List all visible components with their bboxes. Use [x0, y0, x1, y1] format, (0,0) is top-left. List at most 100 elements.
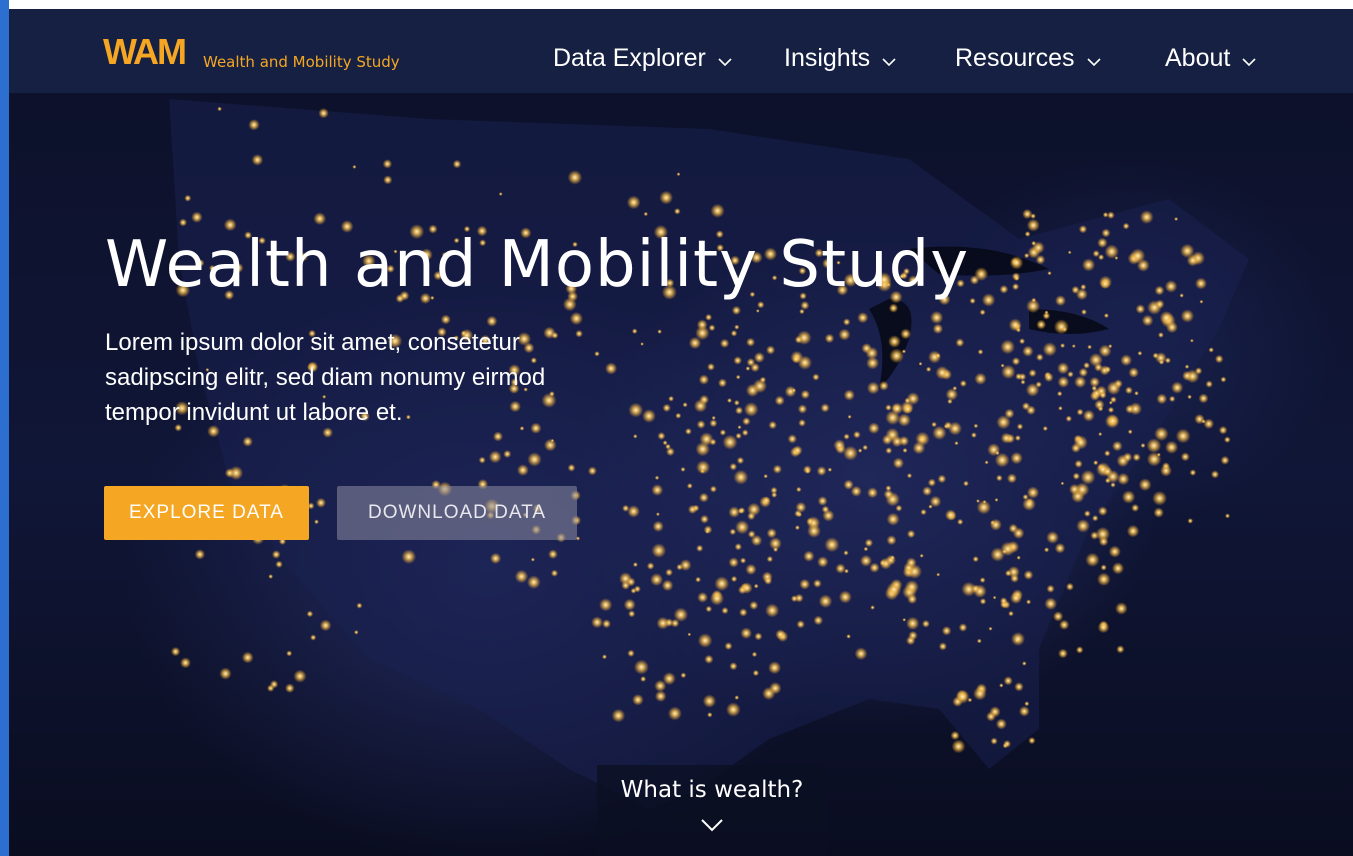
- city-light: [733, 399, 740, 406]
- city-light: [1000, 432, 1012, 444]
- city-light: [654, 475, 660, 480]
- city-light: [974, 372, 987, 385]
- city-light: [1156, 393, 1168, 405]
- city-light: [700, 514, 709, 524]
- city-light: [633, 585, 641, 593]
- city-light: [733, 356, 742, 365]
- city-light: [821, 505, 830, 514]
- nav-item-resources[interactable]: Resources: [955, 44, 1101, 74]
- chevron-down-icon: [701, 819, 723, 837]
- city-light: [1205, 380, 1213, 388]
- city-light: [1036, 319, 1047, 330]
- city-light: [843, 389, 855, 401]
- city-light: [1097, 621, 1110, 634]
- city-light: [1081, 309, 1087, 315]
- city-light: [979, 598, 987, 605]
- city-light: [488, 450, 502, 464]
- city-light: [1009, 256, 1024, 270]
- city-light: [996, 415, 1011, 430]
- city-light: [1135, 304, 1146, 314]
- download-data-button[interactable]: DOWNLOAD DATA: [337, 486, 577, 540]
- city-light: [774, 395, 785, 406]
- city-light: [661, 579, 674, 592]
- nav-item-data-explorer[interactable]: Data Explorer: [553, 44, 732, 74]
- city-light: [972, 556, 979, 563]
- city-light: [882, 434, 893, 446]
- city-light: [1154, 426, 1169, 442]
- city-light: [727, 398, 732, 403]
- city-light: [741, 429, 749, 437]
- city-light: [707, 363, 715, 371]
- logo-tagline[interactable]: Wealth and Mobility Study: [203, 53, 400, 71]
- city-light: [697, 592, 708, 603]
- city-light: [824, 333, 835, 344]
- city-light: [314, 519, 319, 525]
- city-light: [1208, 347, 1214, 353]
- city-light: [1220, 455, 1230, 465]
- city-light: [1112, 440, 1123, 452]
- city-light: [1103, 313, 1109, 319]
- city-light: [657, 432, 666, 440]
- city-light: [1180, 309, 1195, 323]
- city-light: [906, 529, 916, 539]
- city-light: [857, 448, 863, 453]
- explore-data-button[interactable]: EXPLORE DATA: [104, 486, 309, 540]
- city-light: [954, 441, 959, 446]
- city-light: [611, 708, 626, 723]
- city-light: [696, 460, 711, 475]
- city-light: [1060, 343, 1066, 349]
- city-light: [1195, 277, 1207, 290]
- city-light: [862, 444, 868, 451]
- city-light: [843, 550, 849, 556]
- city-light: [883, 489, 894, 500]
- city-light: [932, 323, 944, 334]
- city-light: [989, 706, 1001, 718]
- city-light: [1128, 367, 1139, 378]
- city-light: [650, 573, 664, 587]
- city-light: [995, 450, 1000, 456]
- city-light: [1076, 288, 1088, 301]
- city-light: [1024, 231, 1031, 237]
- nav-item-about[interactable]: About: [1165, 44, 1256, 74]
- city-light: [979, 309, 986, 316]
- city-light: [696, 420, 706, 429]
- city-light: [699, 432, 714, 446]
- city-light: [936, 572, 941, 577]
- city-light: [885, 447, 893, 454]
- city-light: [587, 466, 597, 476]
- city-light: [722, 434, 738, 450]
- what-is-wealth-scroll-prompt[interactable]: What is wealth?: [597, 765, 827, 856]
- nav-item-insights[interactable]: Insights: [784, 44, 896, 74]
- city-light: [1210, 470, 1220, 479]
- city-light: [1122, 222, 1130, 230]
- city-light: [179, 218, 188, 227]
- city-light: [902, 618, 906, 622]
- top-navbar: WAM Wealth and Mobility Study Data Explo…: [9, 9, 1353, 93]
- city-light: [766, 555, 774, 563]
- city-light: [695, 576, 701, 583]
- city-light: [1125, 404, 1135, 414]
- city-light: [922, 619, 930, 628]
- city-light: [662, 672, 676, 686]
- city-light: [912, 441, 926, 455]
- city-light: [772, 464, 783, 474]
- city-light: [1011, 632, 1025, 646]
- city-light: [938, 642, 948, 651]
- city-light: [838, 328, 851, 341]
- city-light: [1067, 250, 1072, 255]
- city-light: [795, 501, 807, 513]
- city-light: [567, 170, 583, 185]
- city-light: [718, 378, 727, 388]
- logo[interactable]: WAM: [103, 31, 187, 73]
- city-light: [734, 543, 742, 551]
- city-light: [1134, 391, 1139, 396]
- city-light: [922, 486, 932, 496]
- city-light: [352, 164, 357, 169]
- city-light: [1003, 740, 1011, 748]
- city-light: [817, 556, 829, 568]
- city-light: [740, 627, 752, 639]
- city-light: [1164, 280, 1178, 293]
- city-light: [1093, 460, 1099, 466]
- city-light: [1032, 241, 1045, 254]
- city-light: [599, 598, 613, 612]
